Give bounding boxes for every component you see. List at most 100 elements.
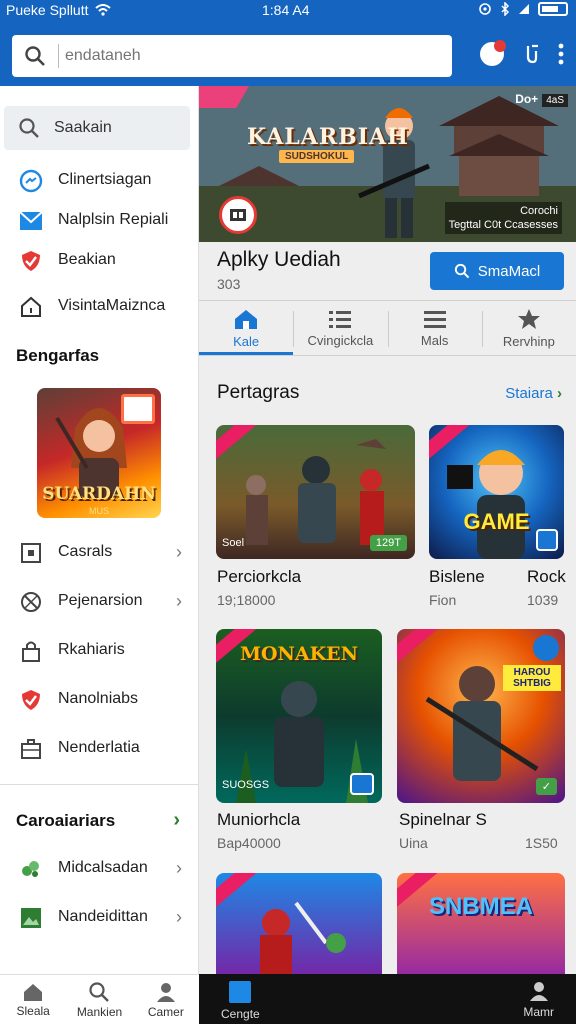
- card-pill: 129T: [369, 535, 407, 551]
- promo-subtitle: MUS: [89, 506, 109, 516]
- list-icon: [329, 310, 352, 328]
- section-header: Pertagras Staiara ›: [217, 382, 562, 404]
- hero-corner-line: Tegttal C0t Ccasesses: [448, 219, 558, 231]
- sidebar-item-label: VisintaMaiznca: [58, 297, 166, 314]
- shield-check-icon: [18, 687, 44, 713]
- signal-icon: [519, 4, 529, 14]
- card-subtitle-extra: 1S50: [525, 835, 558, 851]
- clock: 1:84 A4: [262, 2, 310, 18]
- star-icon: [517, 308, 540, 329]
- sidebar-section-title: Caroaiariars: [16, 810, 116, 830]
- sidebar-item-rkahiaris[interactable]: Rkahiaris: [0, 638, 198, 664]
- nav-search[interactable]: Mankien: [66, 975, 132, 1024]
- card-subtitle: Bap40000: [217, 835, 281, 851]
- game-card[interactable]: HAROU SHTBIG ✓: [397, 629, 565, 803]
- nav-profile[interactable]: Mamr: [523, 980, 554, 1019]
- sidebar-item-home[interactable]: VisintaMaiznca: [0, 294, 198, 320]
- search-icon: [89, 981, 110, 1002]
- chevron-right-icon: ›: [557, 384, 562, 402]
- more-vert-icon[interactable]: [558, 43, 564, 65]
- nav-label: Sleala: [16, 1003, 50, 1018]
- main-content: KALARBIAH SUDSHOKUL Do+ 4aS Corochi Tegtt…: [199, 86, 576, 974]
- sidebar-item-label: Midcalsadan: [58, 859, 148, 876]
- hero-subtitle: SUDSHOKUL: [279, 150, 355, 163]
- sidebar-item-pejenarsion[interactable]: Pejenarsion ›: [0, 589, 198, 615]
- sidebar-search[interactable]: Saakain: [4, 106, 190, 150]
- messenger-icon: [18, 168, 44, 194]
- game-card[interactable]: [216, 873, 382, 974]
- card-corner-badge: [350, 773, 374, 795]
- app-header: Aplky Uediah 303 SmaMacl: [199, 242, 576, 300]
- mic-icon[interactable]: [522, 43, 540, 65]
- chevron-right-icon: ›: [176, 907, 182, 927]
- card-pill: ✓: [535, 778, 557, 795]
- sidebar-item-label: Nandeidittan: [58, 908, 148, 925]
- game-card[interactable]: GAME: [429, 425, 564, 559]
- sidebar-search-label: Saakain: [54, 119, 112, 136]
- search-button-label: SmaMacl: [477, 262, 541, 280]
- see-more-link[interactable]: Staiara ›: [505, 385, 562, 402]
- status-bar: Pueke Spllutt 1:84 A4: [0, 0, 576, 22]
- search-input[interactable]: [65, 47, 425, 65]
- hero-banner[interactable]: KALARBIAH SUDSHOKUL Do+ 4aS Corochi Tegtt…: [199, 86, 576, 242]
- wifi-icon: [94, 4, 111, 16]
- chevron-right-icon: ›: [176, 591, 182, 611]
- home-icon: [24, 983, 43, 1001]
- promo-badge: [121, 394, 155, 424]
- search-icon: [12, 45, 58, 67]
- nav-label: Mamr: [523, 1005, 554, 1019]
- sidebar-item-messenger[interactable]: Clinertsiagan: [0, 168, 198, 194]
- tab-label: Rervhinp: [502, 333, 555, 349]
- card-subtitle: 19;18000: [217, 592, 276, 608]
- hero-corner-label: Corochi Tegttal C0t Ccasesses: [444, 202, 562, 234]
- tab-cvingickcla[interactable]: Cvingickcla: [293, 301, 387, 355]
- tab-bar: Kale Cvingickcla Mals Rervhinp: [199, 300, 576, 356]
- sidebar-item-label: Nenderlatia: [58, 739, 140, 756]
- search-bar[interactable]: [12, 35, 452, 77]
- briefcase-icon: [18, 736, 44, 762]
- sidebar-section-title: Bengarfas: [16, 346, 100, 365]
- hero-title: KALARBIAH: [247, 124, 409, 150]
- nav-account[interactable]: Camer: [133, 975, 199, 1024]
- card-overlay-text: MONAKEN: [239, 643, 359, 665]
- hero-play-badge[interactable]: [219, 196, 257, 234]
- nav-home[interactable]: Sleala: [0, 975, 66, 1024]
- search-icon: [19, 118, 39, 138]
- tab-rervhinp[interactable]: Rervhinp: [481, 301, 576, 355]
- nav-center[interactable]: Cengte: [221, 980, 260, 1021]
- game-card[interactable]: MONAKEN SUOSGS: [216, 629, 382, 803]
- dial-icon: [18, 589, 44, 615]
- home-outline-icon: [18, 294, 44, 320]
- sidebar-item-nandeidittan[interactable]: Nandeidittan ›: [0, 905, 198, 931]
- card-title: Muniorhcla: [217, 810, 301, 829]
- promo-game-image[interactable]: SUARDAHN MUS: [37, 388, 161, 518]
- battery-icon: [538, 2, 568, 16]
- hero-rating-badge: 4aS: [542, 94, 568, 107]
- sidebar-item-label: Rkahiaris: [58, 641, 125, 658]
- square-tile-icon: [229, 981, 252, 1003]
- sidebar-section2-header[interactable]: Caroaiariars ›: [0, 809, 198, 832]
- sidebar-item-nanolniabs[interactable]: Nanolniabs: [0, 687, 198, 713]
- game-art: [260, 901, 346, 974]
- square-icon: [18, 540, 44, 566]
- card-title-extra: Rock: [527, 567, 566, 586]
- game-card[interactable]: Soel 129T: [216, 425, 415, 559]
- tab-mals[interactable]: Mals: [387, 301, 482, 355]
- search-button[interactable]: SmaMacl: [430, 252, 564, 290]
- sidebar-item-shield[interactable]: Beakian: [0, 248, 198, 274]
- tab-kale[interactable]: Kale: [199, 301, 294, 355]
- game-card[interactable]: SNBMEA: [397, 873, 565, 974]
- sidebar-item-casrals[interactable]: Casrals ›: [0, 540, 198, 566]
- film-icon: [230, 209, 246, 221]
- card-overlay-text: SNBMEA: [428, 893, 533, 920]
- sidebar-item-mail[interactable]: Nalplsin Repiali: [0, 208, 198, 234]
- nav-label: Cengte: [221, 1007, 260, 1021]
- sidebar-item-midcalsadan[interactable]: Midcalsadan ›: [0, 856, 198, 882]
- search-icon: [454, 263, 469, 279]
- menu-icon: [423, 310, 446, 328]
- notification-avatar-icon[interactable]: [480, 40, 506, 66]
- sidebar-item-nenderlatia[interactable]: Nenderlatia: [0, 736, 198, 762]
- card-corner-badge: [536, 529, 558, 551]
- location-icon: [479, 3, 491, 15]
- app-count: 303: [217, 276, 241, 292]
